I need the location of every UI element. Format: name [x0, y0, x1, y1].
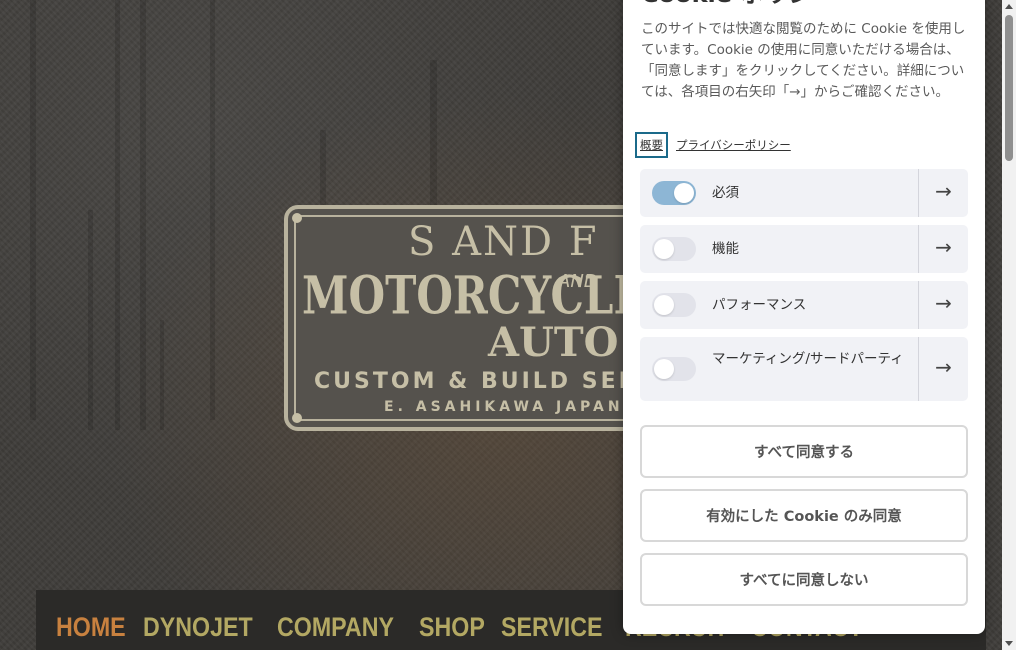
cookie-category-functional: 機能 →: [640, 225, 968, 273]
arrow-right-icon[interactable]: →: [919, 291, 968, 315]
accept-all-button[interactable]: すべて同意する: [640, 425, 968, 478]
category-label: 機能: [712, 241, 739, 257]
logo-brand: S AND F: [408, 219, 599, 265]
page-scrollbar[interactable]: [1002, 0, 1016, 650]
reject-all-button[interactable]: すべてに同意しない: [640, 553, 968, 606]
cookie-category-required: 必須 →: [640, 169, 968, 217]
category-label: パフォーマンス: [712, 297, 807, 313]
nav-shop[interactable]: SHOP: [419, 598, 485, 643]
functional-toggle[interactable]: [652, 237, 696, 261]
required-toggle[interactable]: [652, 181, 696, 205]
arrow-right-icon[interactable]: →: [919, 179, 968, 203]
overview-link[interactable]: 概要: [635, 132, 668, 158]
nav-service[interactable]: SERVICE: [501, 598, 603, 643]
nav-dynojet[interactable]: DYNOJET: [143, 598, 253, 643]
arrow-right-icon[interactable]: →: [919, 235, 968, 259]
accept-selected-button[interactable]: 有効にした Cookie のみ同意: [640, 489, 968, 542]
logo-tagline: CUSTOM & BUILD SER: [314, 369, 639, 394]
arrow-right-icon[interactable]: →: [919, 355, 968, 379]
cookie-panel-title: Cookie ポリシ: [641, 0, 812, 9]
category-label: マーケティング/サードパーティ: [712, 351, 904, 367]
logo-place: E. ASAHIKAWA JAPAN: [384, 399, 624, 415]
cookie-links: 概要 プライバシーポリシー: [635, 132, 791, 158]
scrollbar-thumb[interactable]: [1005, 15, 1013, 161]
cookie-description: このサイトでは快適な閲覧のために Cookie を使用しています。Cookie …: [641, 21, 966, 100]
logo-and: AND: [558, 271, 598, 292]
privacy-policy-link[interactable]: プライバシーポリシー: [676, 137, 791, 153]
category-label: 必須: [712, 185, 739, 201]
cookie-category-marketing: マーケティング/サードパーティ →: [640, 337, 968, 401]
nav-home[interactable]: HOME: [56, 598, 126, 643]
marketing-toggle[interactable]: [652, 357, 696, 381]
scroll-up-icon[interactable]: [1005, 4, 1013, 9]
performance-toggle[interactable]: [652, 293, 696, 317]
nav-company[interactable]: COMPANY: [277, 598, 394, 643]
cookie-policy-panel: Cookie ポリシ このサイトでは快適な閲覧のために Cookie を使用して…: [623, 0, 985, 634]
cookie-category-performance: パフォーマンス →: [640, 281, 968, 329]
scroll-down-icon[interactable]: [1005, 641, 1013, 646]
